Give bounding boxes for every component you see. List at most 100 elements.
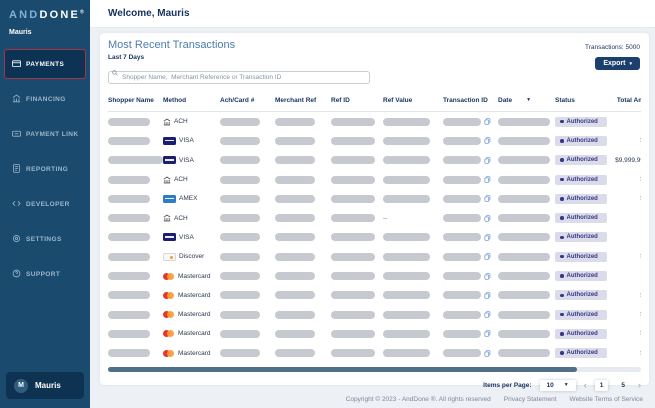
terms-of-service-link[interactable]: Website Terms of Service	[570, 396, 643, 403]
status-badge: Authorized	[555, 348, 607, 359]
transaction-id-placeholder	[443, 136, 481, 145]
sidebar-item-label: SETTINGS	[26, 235, 62, 243]
copy-icon[interactable]	[484, 118, 491, 125]
table-row[interactable]: ACH Authorized $	[108, 170, 641, 189]
copy-icon[interactable]	[484, 234, 491, 241]
ach-card-placeholder	[220, 252, 260, 261]
payments-icon	[12, 55, 21, 73]
date-placeholder	[498, 329, 550, 338]
date-placeholder	[498, 194, 550, 203]
app-window: ANDDONE® Mauris PAYMENTS FINANCING PAYMENT…	[0, 0, 655, 408]
ref-value-placeholder	[383, 194, 430, 203]
sidebar-item-developer[interactable]: DEVELOPER	[4, 189, 86, 219]
ref-id-placeholder	[331, 272, 375, 281]
date-placeholder	[498, 156, 550, 165]
status-text: Authorized	[566, 195, 598, 202]
transaction-id-placeholder	[443, 194, 481, 203]
page-button-current[interactable]: 1	[594, 379, 609, 391]
table-row[interactable]: VISA Authorized $9,999,99	[108, 151, 641, 170]
table-row[interactable]: Discover Authorized $	[108, 247, 641, 266]
merchant-ref-placeholder	[275, 291, 315, 300]
sort-icon[interactable]: ▼	[526, 97, 531, 104]
table-row[interactable]: ACH Authorized	[108, 112, 641, 131]
column-header-merchant-ref: Merchant Ref	[275, 97, 317, 104]
table-row[interactable]: VISA Authorized	[108, 228, 641, 247]
ref-value-placeholder	[383, 252, 430, 261]
table-row[interactable]: ACH -- Authorized	[108, 208, 641, 227]
copy-icon[interactable]	[484, 272, 491, 280]
search-box	[108, 66, 370, 84]
export-button[interactable]: Export ▾	[595, 57, 640, 70]
export-caret-icon: ▾	[629, 60, 632, 67]
sidebar-item-financing[interactable]: FINANCING	[4, 84, 86, 114]
column-header-ref-value: Ref Value	[383, 97, 413, 104]
copy-icon[interactable]	[484, 195, 491, 202]
table-row[interactable]: VISA Authorized $	[108, 131, 641, 150]
copy-icon[interactable]	[484, 311, 491, 318]
status-dot-icon	[560, 139, 564, 143]
next-page-button[interactable]: ›	[638, 380, 641, 390]
merchant-ref-placeholder	[275, 310, 315, 319]
table-row[interactable]: Mastercard Authorized $	[108, 305, 641, 324]
sidebar-item-reporting[interactable]: REPORTING	[4, 154, 86, 184]
ach-card-placeholder	[220, 156, 260, 165]
profile-box[interactable]: M Mauris	[6, 372, 84, 399]
shopper-name-placeholder	[108, 175, 150, 184]
ach-card-placeholder	[220, 329, 260, 338]
transactions-panel: Most Recent Transactions Last 7 Days Tra…	[100, 33, 649, 391]
transaction-id-placeholder	[443, 291, 481, 300]
horizontal-scrollbar[interactable]	[108, 366, 641, 372]
items-per-page-select[interactable]: 10 ▼	[539, 379, 576, 391]
prev-page-button[interactable]: ‹	[584, 380, 587, 390]
transaction-id-placeholder	[443, 329, 481, 338]
page-button-last[interactable]: 5	[616, 380, 630, 391]
method-label: ACH	[174, 176, 188, 184]
mastercard-icon	[163, 291, 175, 299]
sidebar-item-payment-link[interactable]: PAYMENT LINK	[4, 119, 86, 149]
copy-icon[interactable]	[484, 214, 491, 222]
total-amount: $	[611, 330, 641, 337]
copy-icon[interactable]	[484, 330, 491, 338]
status-dot-icon	[560, 312, 564, 317]
sidebar-item-settings[interactable]: SETTINGS	[4, 224, 86, 254]
sidebar-item-support[interactable]: SUPPORT	[4, 259, 86, 289]
sidebar-item-payments[interactable]: PAYMENTS	[4, 49, 86, 79]
ref-value-placeholder	[383, 233, 430, 242]
status-dot-icon	[560, 351, 564, 355]
status-dot-icon	[560, 158, 564, 162]
status-text: Authorized	[566, 311, 598, 318]
copy-icon[interactable]	[484, 292, 491, 299]
status-badge: Authorized	[555, 232, 607, 243]
panel-title: Most Recent Transactions	[108, 39, 236, 51]
reporting-icon	[12, 160, 21, 178]
privacy-statement-link[interactable]: Privacy Statement	[504, 396, 557, 403]
ref-value-empty: --	[383, 214, 388, 222]
shopper-name-placeholder	[108, 291, 150, 300]
shopper-name-placeholder	[108, 136, 150, 145]
ach-card-placeholder	[220, 272, 260, 281]
table-row[interactable]: Mastercard Authorized $	[108, 344, 641, 363]
copy-icon[interactable]	[484, 176, 491, 183]
status-text: Authorized	[566, 215, 598, 222]
search-input[interactable]	[108, 71, 370, 84]
copy-icon[interactable]	[484, 253, 491, 260]
table-row[interactable]: Mastercard Authorized $	[108, 286, 641, 305]
visa-icon	[163, 233, 176, 242]
status-badge: Authorized	[555, 135, 607, 146]
transactions-table-body: ACH Authorized VISA Authorized $ VISA Authoriz…	[108, 112, 641, 363]
copy-icon[interactable]	[484, 157, 491, 164]
transactions-table: Shopper Name Method Ach/Card # Merchant Ref…	[108, 93, 641, 363]
status-badge: Authorized	[555, 251, 607, 262]
method-label: AMEX	[179, 195, 198, 203]
date-placeholder	[498, 272, 550, 281]
ref-id-placeholder	[331, 329, 375, 338]
ref-value-placeholder	[383, 175, 430, 184]
table-row[interactable]: Mastercard Authorized $	[108, 324, 641, 343]
table-row[interactable]: Mastercard Authorized	[108, 266, 641, 285]
status-badge: Authorized	[555, 116, 607, 127]
copy-icon[interactable]	[484, 137, 491, 145]
shopper-name-placeholder	[108, 349, 150, 358]
copy-icon[interactable]	[484, 350, 491, 357]
table-row[interactable]: AMEX Authorized $	[108, 189, 641, 208]
scrollbar-thumb[interactable]	[108, 366, 578, 372]
